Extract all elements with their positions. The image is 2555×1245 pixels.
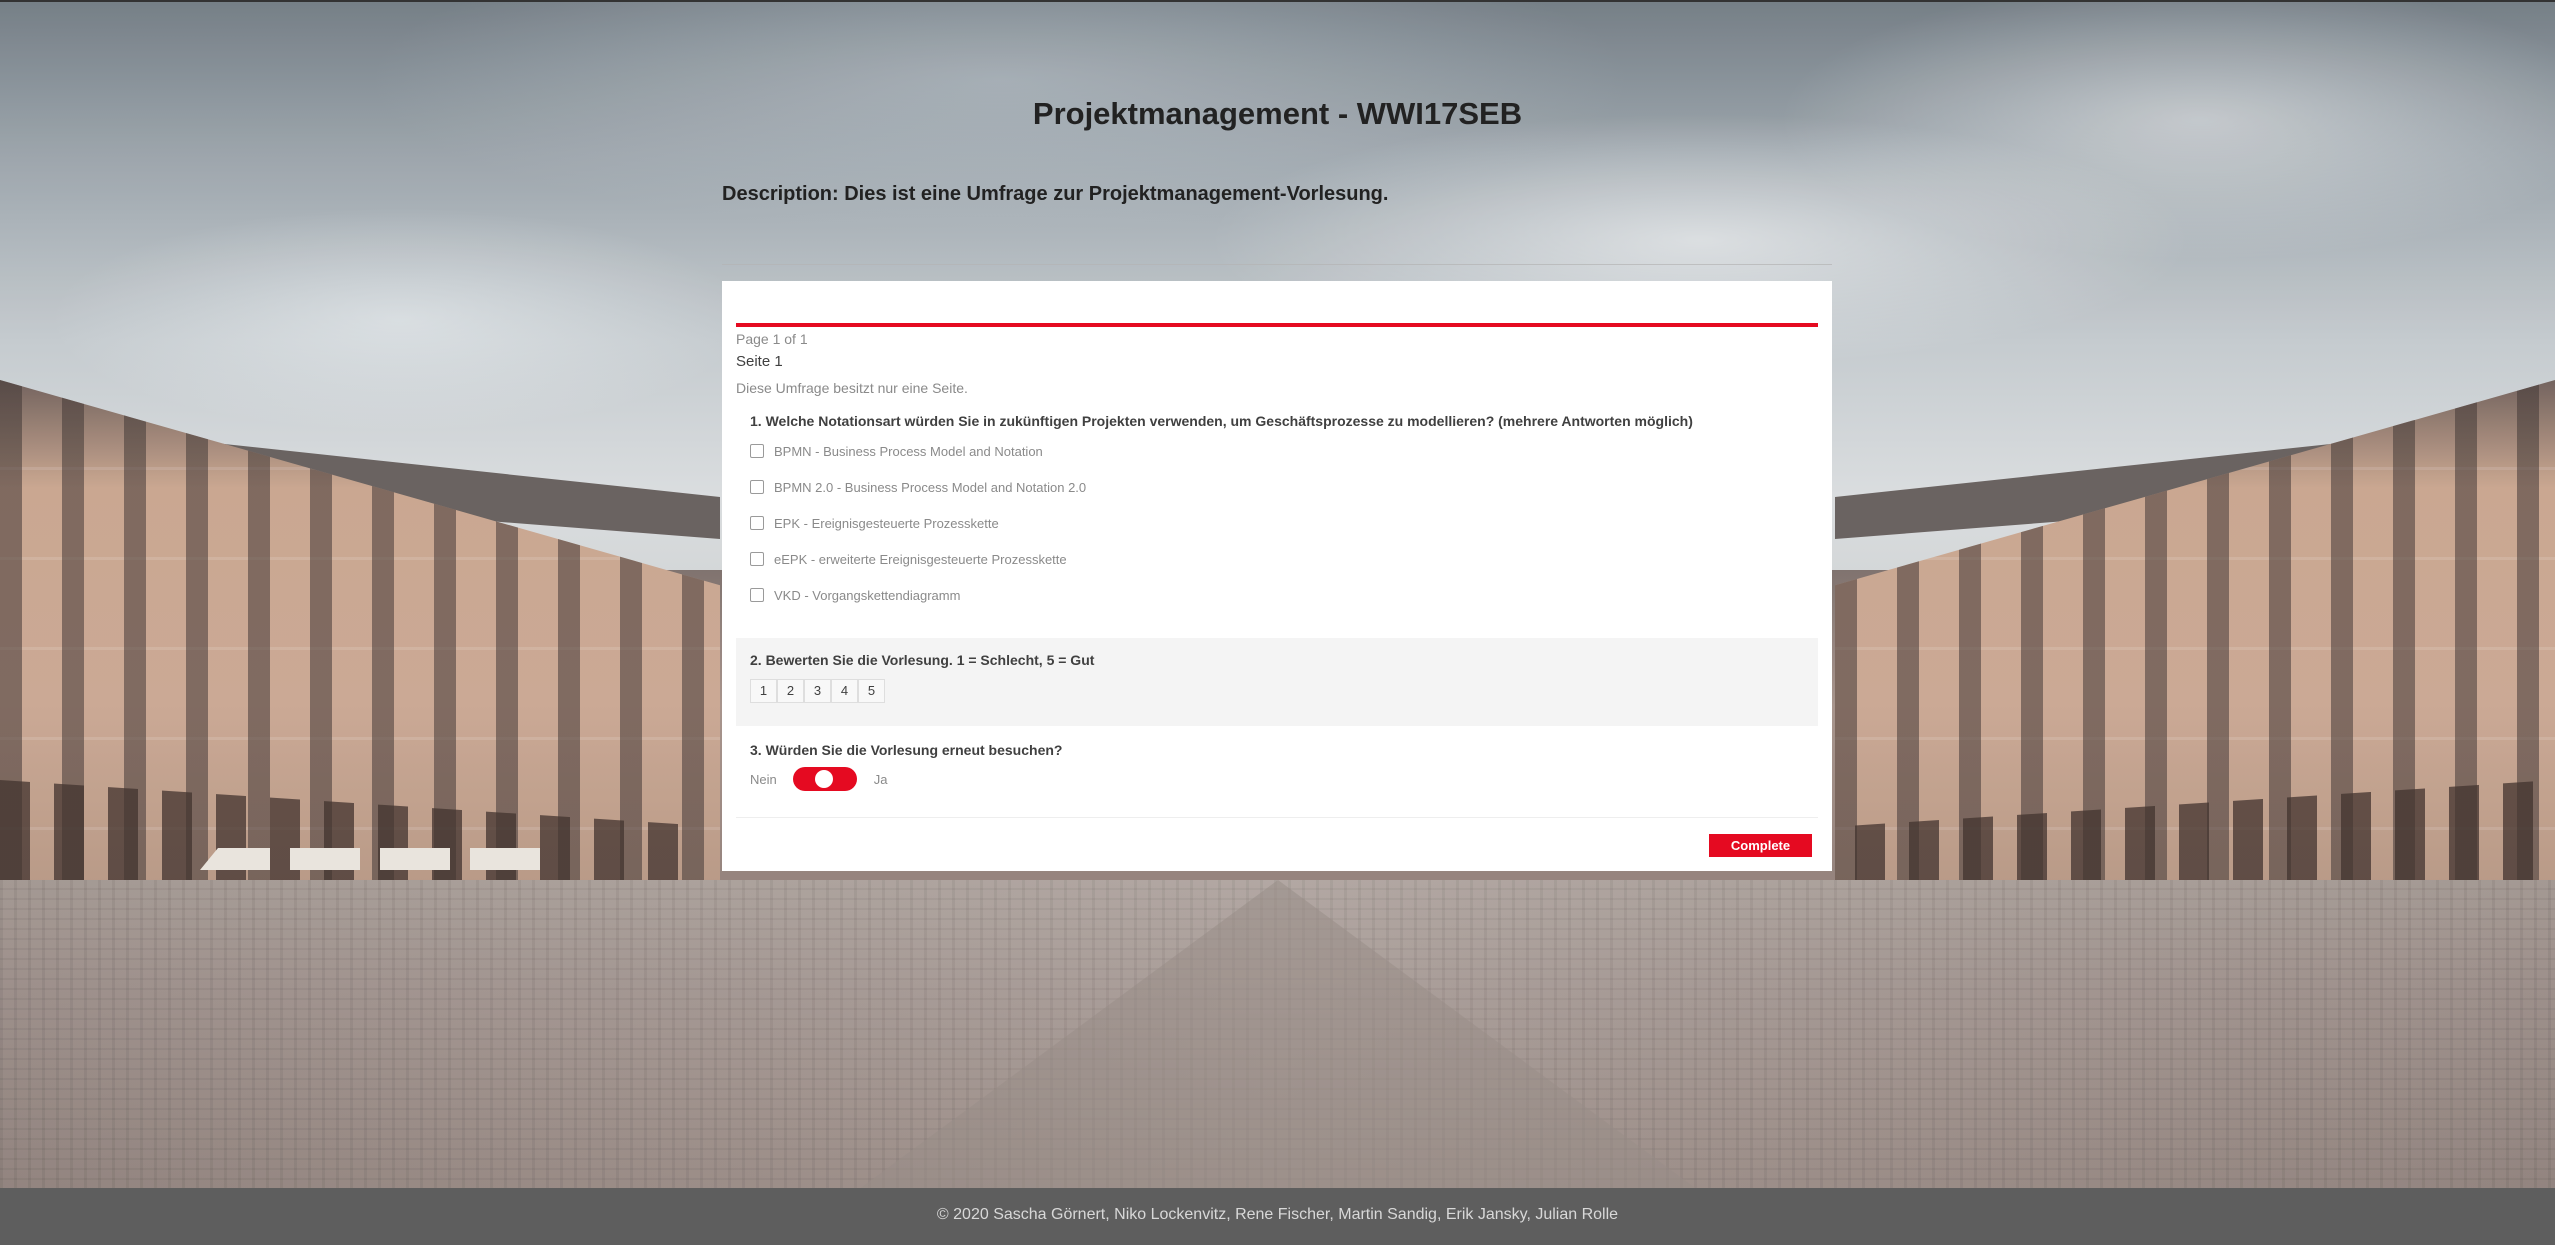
rating-3[interactable]: 3: [804, 679, 831, 703]
option-label: eEPK - erweiterte Ereignisgesteuerte Pro…: [774, 551, 1067, 567]
question-3-title: 3. Würden Sie die Vorlesung erneut besuc…: [750, 742, 1063, 758]
question-1-title: 1. Welche Notationsart würden Sie in zuk…: [750, 413, 1693, 429]
survey-card: Page 1 of 1 Seite 1 Diese Umfrage besitz…: [722, 281, 1832, 871]
toggle-switch[interactable]: [792, 767, 857, 791]
header-divider: [722, 264, 1832, 265]
toggle-false-label[interactable]: Nein: [750, 772, 777, 787]
checkbox[interactable]: [750, 444, 764, 458]
option-label: BPMN - Business Process Model and Notati…: [774, 443, 1043, 459]
option-bpmn-2[interactable]: BPMN 2.0 - Business Process Model and No…: [750, 477, 1086, 497]
rating-5[interactable]: 5: [858, 679, 885, 703]
progress-text: Page 1 of 1: [736, 331, 808, 347]
complete-button[interactable]: Complete: [1709, 834, 1812, 857]
checkbox[interactable]: [750, 516, 764, 530]
card-divider: [736, 817, 1818, 818]
option-label: EPK - Ereignisgesteuerte Prozesskette: [774, 515, 999, 531]
footer-copyright: © 2020 Sascha Görnert, Niko Lockenvitz, …: [936, 1206, 1619, 1223]
question-2-panel: 2. Bewerten Sie die Vorlesung. 1 = Schle…: [736, 638, 1818, 726]
checkbox[interactable]: [750, 588, 764, 602]
footer: © 2020 Sascha Görnert, Niko Lockenvitz, …: [0, 1188, 2555, 1245]
survey-page-description: Diese Umfrage besitzt nur eine Seite.: [736, 380, 968, 396]
question-2-title: 2. Bewerten Sie die Vorlesung. 1 = Schle…: [750, 652, 1095, 668]
option-eepk[interactable]: eEPK - erweiterte Ereignisgesteuerte Pro…: [750, 549, 1067, 569]
page-description: Description: Dies ist eine Umfrage zur P…: [722, 183, 1389, 205]
rating-group: 1 2 3 4 5: [750, 679, 885, 703]
option-bpmn[interactable]: BPMN - Business Process Model and Notati…: [750, 441, 1043, 461]
rating-4[interactable]: 4: [831, 679, 858, 703]
checkbox[interactable]: [750, 480, 764, 494]
progress-bar: [736, 323, 1818, 327]
rating-2[interactable]: 2: [777, 679, 804, 703]
top-edge: [0, 0, 2555, 2]
toggle-true-label[interactable]: Ja: [874, 772, 888, 787]
survey-page-title: Seite 1: [736, 353, 783, 370]
option-label: BPMN 2.0 - Business Process Model and No…: [774, 479, 1087, 495]
toggle-knob[interactable]: [814, 770, 833, 788]
boolean-toggle-group: Nein Ja: [750, 766, 887, 792]
option-vkd[interactable]: VKD - Vorgangskettendiagramm: [750, 585, 960, 605]
checkbox[interactable]: [750, 552, 764, 566]
rating-1[interactable]: 1: [750, 679, 777, 703]
page-title: Projektmanagement - WWI17SEB: [1032, 96, 1523, 131]
option-epk[interactable]: EPK - Ereignisgesteuerte Prozesskette: [750, 513, 999, 533]
option-label: VKD - Vorgangskettendiagramm: [774, 587, 961, 603]
